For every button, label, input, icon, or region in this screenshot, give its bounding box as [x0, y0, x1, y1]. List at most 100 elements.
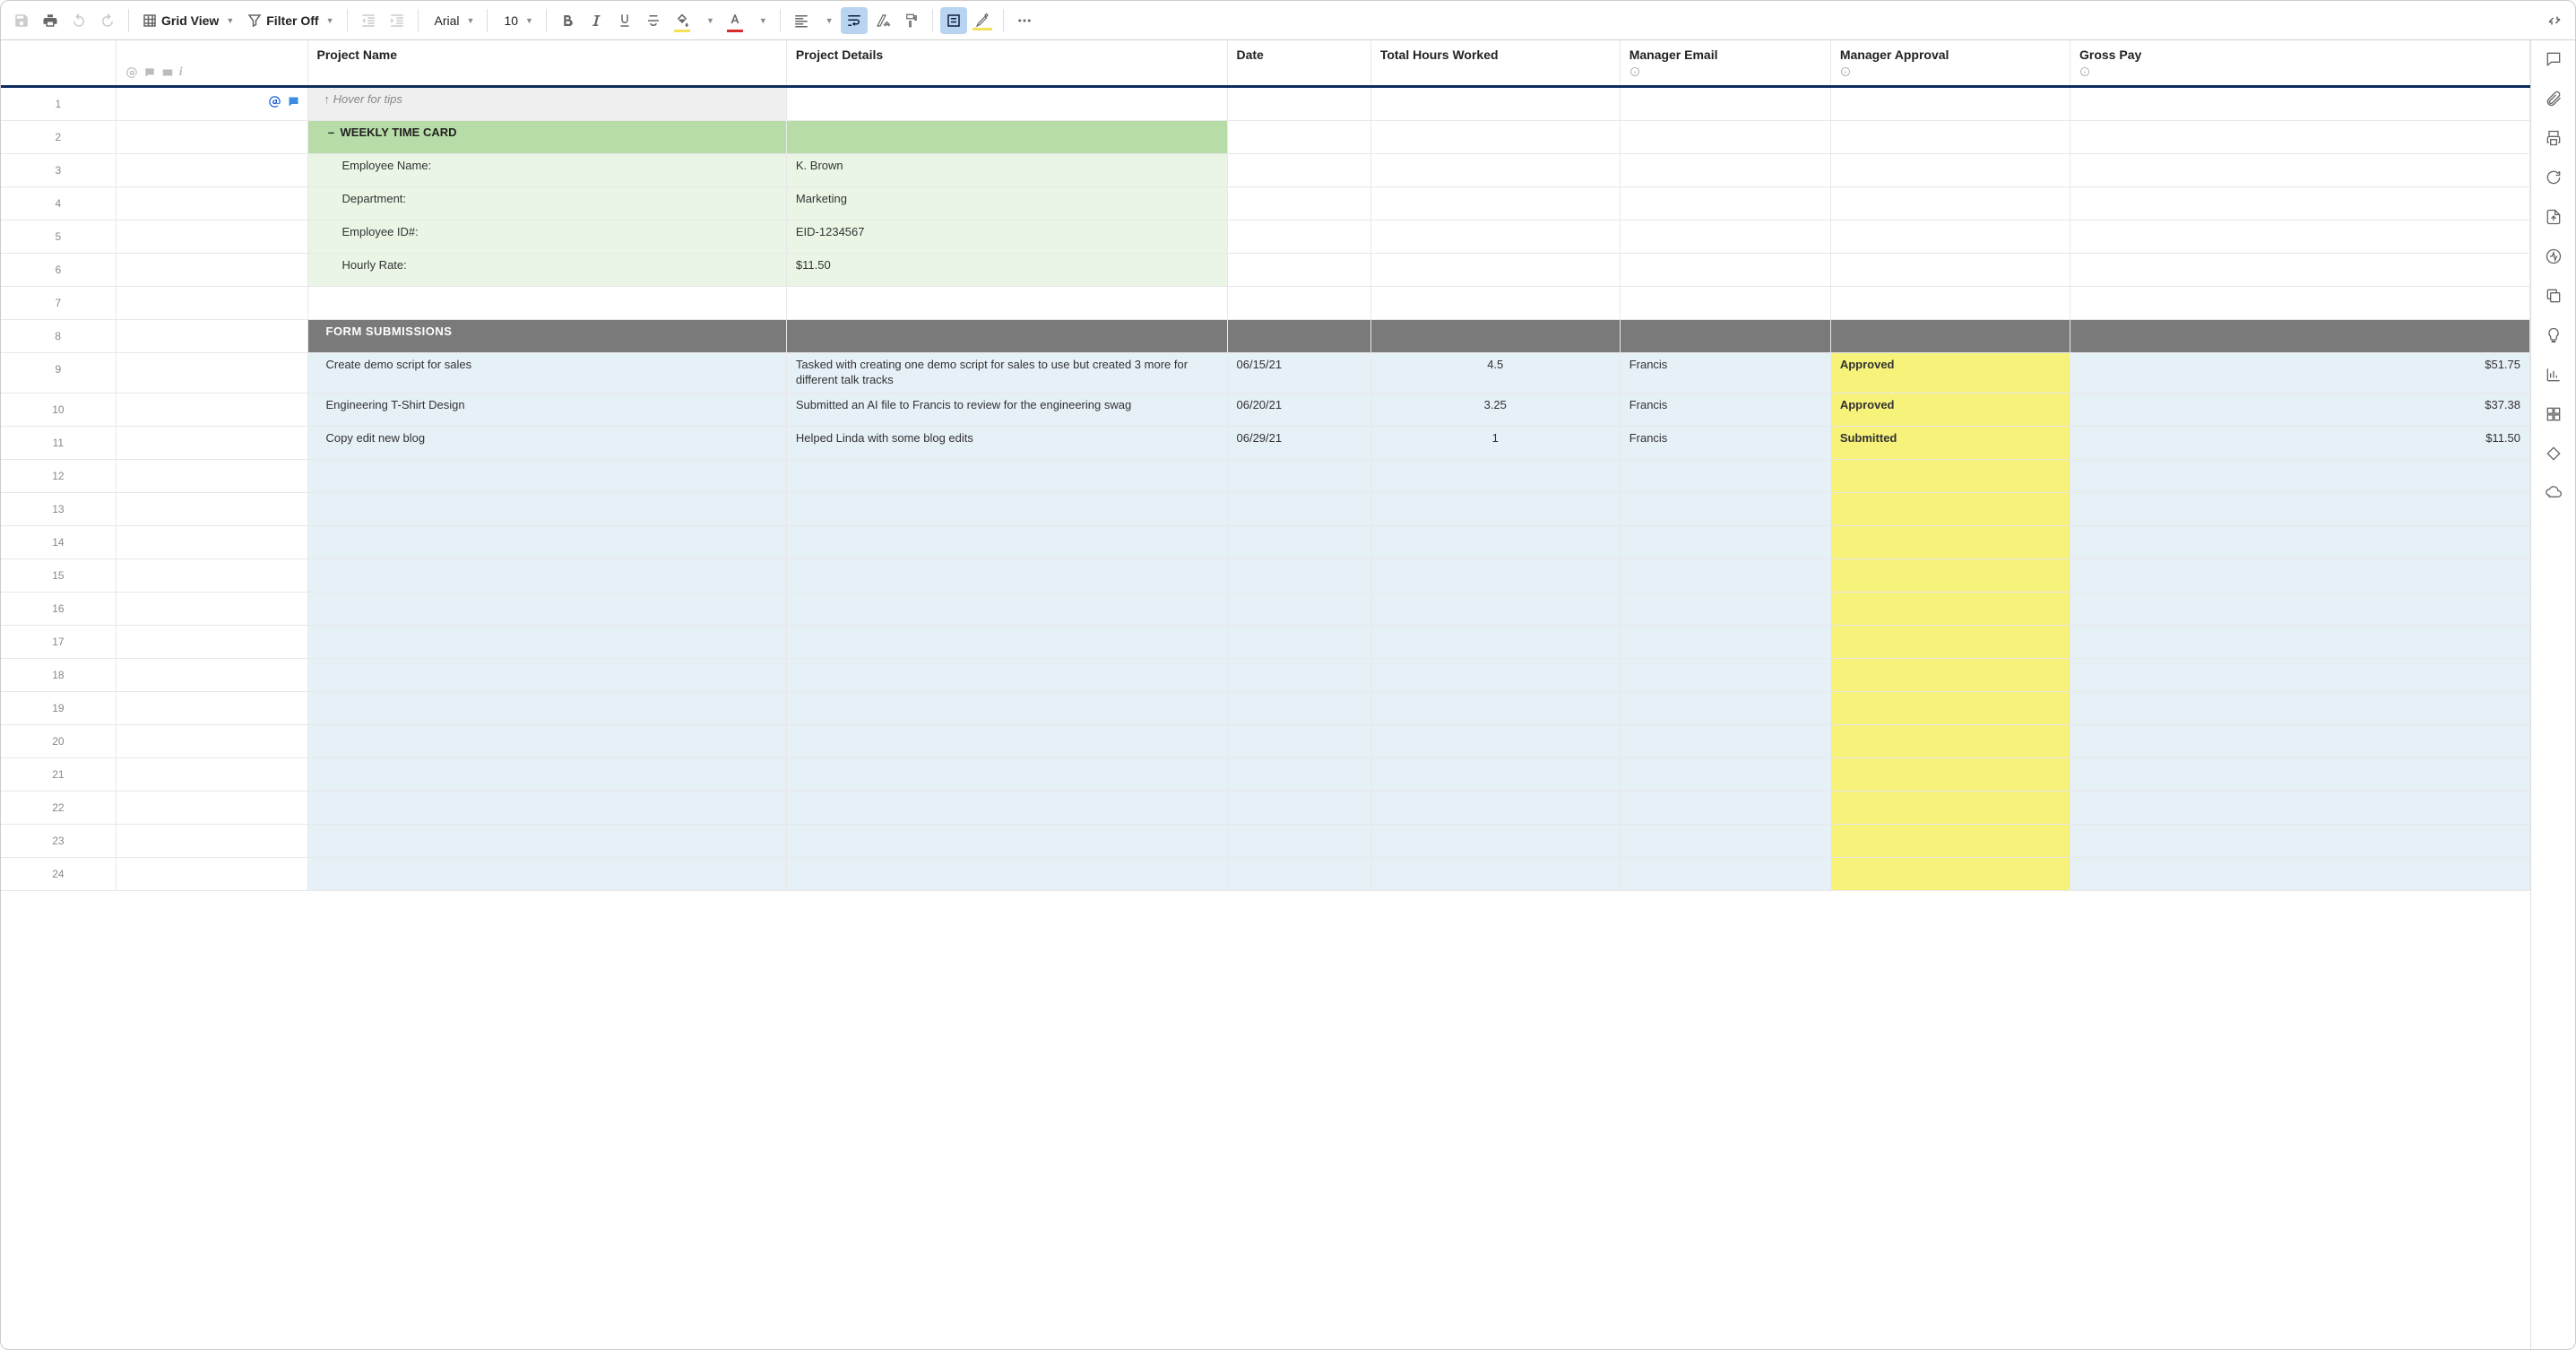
- cell-pay[interactable]: $51.75: [2070, 353, 2530, 394]
- grid-view-dropdown[interactable]: Grid View ▼: [136, 7, 239, 34]
- col-gross-pay[interactable]: Gross Pay: [2070, 40, 2530, 87]
- save-button[interactable]: [8, 7, 35, 34]
- outdent-button[interactable]: [355, 7, 382, 34]
- row-17[interactable]: 17: [1, 625, 2530, 658]
- bold-button[interactable]: [554, 7, 581, 34]
- row-24[interactable]: 24: [1, 857, 2530, 890]
- cell-hours[interactable]: 1: [1370, 426, 1620, 459]
- cell-approval[interactable]: Approved: [1830, 353, 2070, 394]
- collapse-toggle[interactable]: –: [326, 125, 337, 141]
- font-name-dropdown[interactable]: Arial ▼: [426, 7, 480, 34]
- row-15[interactable]: 15: [1, 558, 2530, 592]
- row-6[interactable]: 6 Hourly Rate: $11.50: [1, 254, 2530, 287]
- row-2-section-header[interactable]: 2 –WEEKLY TIME CARD: [1, 121, 2530, 154]
- col-project-name[interactable]: Project Name: [307, 40, 786, 87]
- strikethrough-button[interactable]: [640, 7, 667, 34]
- cell-date[interactable]: 06/20/21: [1227, 393, 1370, 426]
- row-7[interactable]: 7: [1, 287, 2530, 320]
- row-12[interactable]: 12: [1, 459, 2530, 492]
- col-project-details[interactable]: Project Details: [786, 40, 1227, 87]
- info-label: Employee ID#:: [307, 221, 786, 254]
- row-5[interactable]: 5 Employee ID#: EID-1234567: [1, 221, 2530, 254]
- collapse-button[interactable]: [2541, 7, 2568, 34]
- format-painter-button[interactable]: [898, 7, 925, 34]
- print-button[interactable]: [37, 7, 64, 34]
- fill-color-swatch: [674, 30, 690, 32]
- row-11[interactable]: 11 Copy edit new blog Helped Linda with …: [1, 426, 2530, 459]
- refresh-panel-icon[interactable]: [2544, 168, 2563, 187]
- cell-hours[interactable]: 3.25: [1370, 393, 1620, 426]
- italic-button[interactable]: [583, 7, 609, 34]
- row-10[interactable]: 10 Engineering T-Shirt Design Submitted …: [1, 393, 2530, 426]
- more-button[interactable]: [1011, 7, 1038, 34]
- borders-button[interactable]: [940, 7, 967, 34]
- cell-project[interactable]: Copy edit new blog: [307, 426, 786, 459]
- attachments-panel-icon[interactable]: [2544, 89, 2563, 108]
- cell-date[interactable]: 06/29/21: [1227, 426, 1370, 459]
- underline-button[interactable]: [611, 7, 638, 34]
- row-1[interactable]: 1 ↑ Hover for tips: [1, 87, 2530, 121]
- apps-panel-icon[interactable]: [2544, 404, 2563, 424]
- print-panel-icon[interactable]: [2544, 128, 2563, 148]
- comments-panel-icon[interactable]: [2544, 49, 2563, 69]
- cell-manager-email[interactable]: Francis: [1620, 393, 1830, 426]
- fill-color-button[interactable]: [669, 7, 696, 34]
- cell-manager-email[interactable]: Francis: [1620, 353, 1830, 394]
- text-color-caret[interactable]: ▼: [750, 7, 773, 34]
- row-22[interactable]: 22: [1, 791, 2530, 824]
- text-color-button[interactable]: [722, 7, 748, 34]
- idea-panel-icon[interactable]: [2544, 325, 2563, 345]
- cell-approval[interactable]: Approved: [1830, 393, 2070, 426]
- redo-button[interactable]: [94, 7, 121, 34]
- info-icon: [1629, 64, 1640, 78]
- font-size-label: 10: [504, 13, 518, 28]
- align-button[interactable]: [788, 7, 815, 34]
- cloud-panel-icon[interactable]: [2544, 483, 2563, 503]
- wrap-text-button[interactable]: [841, 7, 868, 34]
- highlight-button[interactable]: [969, 7, 996, 34]
- row-icons: [268, 95, 300, 108]
- cell-details[interactable]: Submitted an AI file to Francis to revie…: [786, 393, 1227, 426]
- row-13[interactable]: 13: [1, 492, 2530, 525]
- row-4[interactable]: 4 Department: Marketing: [1, 187, 2530, 221]
- cell-details[interactable]: Tasked with creating one demo script for…: [786, 353, 1227, 394]
- chart-panel-icon[interactable]: [2544, 365, 2563, 385]
- filter-dropdown[interactable]: Filter Off ▼: [241, 7, 339, 34]
- row-9[interactable]: 9 Create demo script for sales Tasked wi…: [1, 353, 2530, 394]
- grid[interactable]: i Project Name Project Details Date Tota…: [1, 40, 2530, 1349]
- copy-panel-icon[interactable]: [2544, 286, 2563, 306]
- cell-manager-email[interactable]: Francis: [1620, 426, 1830, 459]
- row-21[interactable]: 21: [1, 757, 2530, 791]
- cell-details[interactable]: Helped Linda with some blog edits: [786, 426, 1227, 459]
- activity-panel-icon[interactable]: [2544, 247, 2563, 266]
- header-row: i Project Name Project Details Date Tota…: [1, 40, 2530, 87]
- col-total-hours[interactable]: Total Hours Worked: [1370, 40, 1620, 87]
- col-manager-email[interactable]: Manager Email: [1620, 40, 1830, 87]
- cell-pay[interactable]: $37.38: [2070, 393, 2530, 426]
- row-23[interactable]: 23: [1, 824, 2530, 857]
- row-16[interactable]: 16: [1, 592, 2530, 625]
- diamond-panel-icon[interactable]: [2544, 444, 2563, 463]
- indent-button[interactable]: [384, 7, 411, 34]
- col-manager-approval[interactable]: Manager Approval: [1830, 40, 2070, 87]
- row-8-form-header[interactable]: 8 FORM SUBMISSIONS: [1, 320, 2530, 353]
- cell-date[interactable]: 06/15/21: [1227, 353, 1370, 394]
- font-size-dropdown[interactable]: 10 ▼: [495, 7, 539, 34]
- cell-project[interactable]: Engineering T-Shirt Design: [307, 393, 786, 426]
- row-14[interactable]: 14: [1, 525, 2530, 558]
- cell-approval[interactable]: Submitted: [1830, 426, 2070, 459]
- clear-format-button[interactable]: [869, 7, 896, 34]
- cell-hours[interactable]: 4.5: [1370, 353, 1620, 394]
- fill-color-caret[interactable]: ▼: [697, 7, 720, 34]
- row-3[interactable]: 3 Employee Name: K. Brown: [1, 154, 2530, 187]
- align-caret[interactable]: ▼: [817, 7, 839, 34]
- col-date[interactable]: Date: [1227, 40, 1370, 87]
- row-18[interactable]: 18: [1, 658, 2530, 691]
- undo-button[interactable]: [65, 7, 92, 34]
- cell-pay[interactable]: $11.50: [2070, 426, 2530, 459]
- section-title: WEEKLY TIME CARD: [341, 125, 457, 139]
- cell-project[interactable]: Create demo script for sales: [307, 353, 786, 394]
- export-panel-icon[interactable]: [2544, 207, 2563, 227]
- row-19[interactable]: 19: [1, 691, 2530, 724]
- row-20[interactable]: 20: [1, 724, 2530, 757]
